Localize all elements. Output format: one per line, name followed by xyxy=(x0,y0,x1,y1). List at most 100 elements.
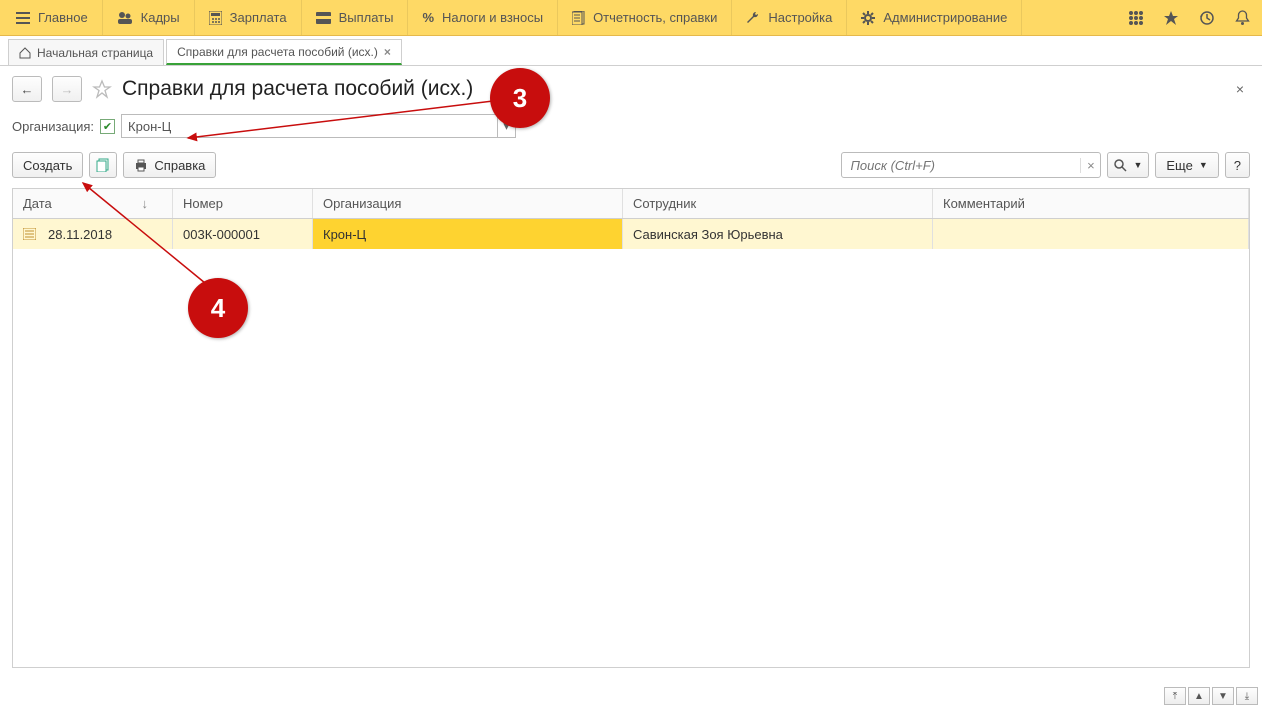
menu-item-reports[interactable]: Отчетность, справки xyxy=(558,0,732,35)
col-label: Сотрудник xyxy=(633,196,696,211)
caret-down-icon: ▼ xyxy=(1218,691,1228,702)
scroll-up-button[interactable]: ▲ xyxy=(1188,687,1210,705)
arrow-left-icon: ← xyxy=(21,82,34,97)
page-content: ← → Справки для расчета пособий (исх.) ×… xyxy=(0,66,1262,668)
sort-asc-icon: ↓ xyxy=(142,196,149,211)
cell-number: 003К-000001 xyxy=(183,227,260,242)
wallet-icon xyxy=(316,12,331,24)
table-row[interactable]: 28.11.2018 003К-000001 Крон-Ц Савинская … xyxy=(13,219,1249,249)
menu-label: Настройка xyxy=(768,10,832,25)
search-input[interactable] xyxy=(842,158,1080,173)
menu-label: Отчетность, справки xyxy=(593,10,717,25)
scroll-bottom-button[interactable]: ⤓ xyxy=(1236,687,1258,705)
tab-label: Справки для расчета пособий (исх.) xyxy=(177,45,378,59)
doc-icon xyxy=(572,11,585,25)
cell-employee: Савинская Зоя Юрьевна xyxy=(633,227,783,242)
caret-up-icon: ▲ xyxy=(1194,691,1204,702)
col-label: Номер xyxy=(183,196,223,211)
star-icon xyxy=(1163,10,1179,26)
menu-item-admin[interactable]: Администрирование xyxy=(847,0,1022,35)
search-icon xyxy=(1114,159,1127,172)
tab-home[interactable]: Начальная страница xyxy=(8,39,164,65)
org-filter-checkbox[interactable]: ✔ xyxy=(100,119,115,134)
bar-down-icon: ⤓ xyxy=(1245,691,1249,702)
menu-label: Налоги и взносы xyxy=(442,10,543,25)
find-button[interactable]: ▼ xyxy=(1107,152,1149,178)
scroll-down-button[interactable]: ▼ xyxy=(1212,687,1234,705)
col-employee[interactable]: Сотрудник xyxy=(623,189,933,218)
history-button[interactable] xyxy=(1189,0,1225,36)
wrench-icon xyxy=(746,11,760,25)
table-header: Дата ↓ Номер Организация Сотрудник Комме… xyxy=(13,189,1249,219)
print-button[interactable]: Справка xyxy=(123,152,216,178)
annotation-marker-4: 4 xyxy=(188,278,248,338)
burger-icon xyxy=(16,11,30,25)
chevron-down-icon: ▼ xyxy=(1199,160,1208,170)
forward-button[interactable]: → xyxy=(52,76,82,102)
menu-label: Кадры xyxy=(141,10,180,25)
org-filter-label: Организация: xyxy=(12,119,94,134)
menu-item-payouts[interactable]: Выплаты xyxy=(302,0,409,35)
col-label: Организация xyxy=(323,196,401,211)
notifications-button[interactable] xyxy=(1225,0,1260,36)
menu-label: Главное xyxy=(38,10,88,25)
menu-item-settings[interactable]: Настройка xyxy=(732,0,847,35)
menu-item-salary[interactable]: Зарплата xyxy=(195,0,302,35)
history-icon xyxy=(1199,10,1215,26)
percent-icon: % xyxy=(422,10,434,25)
search-box[interactable]: × xyxy=(841,152,1101,178)
close-icon[interactable]: × xyxy=(384,45,391,59)
page-title: Справки для расчета пособий (исх.) xyxy=(122,77,473,101)
clear-search-button[interactable]: × xyxy=(1080,158,1100,173)
calc-icon xyxy=(209,11,222,25)
annotation-label: 3 xyxy=(513,83,527,114)
menu-label: Выплаты xyxy=(339,10,394,25)
home-icon xyxy=(19,47,31,59)
scroll-top-button[interactable]: ⤒ xyxy=(1164,687,1186,705)
people-icon xyxy=(117,11,133,25)
documents-table: Дата ↓ Номер Организация Сотрудник Комме… xyxy=(12,188,1250,668)
tab-label: Начальная страница xyxy=(37,46,153,60)
copy-icon xyxy=(96,158,110,172)
menu-label: Администрирование xyxy=(883,10,1007,25)
main-menu: Главное Кадры Зарплата Выплаты % Налоги … xyxy=(0,0,1262,36)
copy-button[interactable] xyxy=(89,152,117,178)
tab-certificates[interactable]: Справки для расчета пособий (исх.) × xyxy=(166,39,402,65)
back-button[interactable]: ← xyxy=(12,76,42,102)
menu-label: Зарплата xyxy=(230,10,287,25)
favorites-button[interactable] xyxy=(1153,0,1189,36)
col-label: Дата xyxy=(23,196,52,211)
org-filter-input[interactable]: Крон-Ц ▾ xyxy=(121,114,516,138)
annotation-label: 4 xyxy=(211,293,225,324)
org-filter-value: Крон-Ц xyxy=(122,119,497,134)
grid-icon xyxy=(1129,11,1143,25)
menu-item-staff[interactable]: Кадры xyxy=(103,0,195,35)
help-button[interactable]: ? xyxy=(1225,152,1250,178)
printer-icon xyxy=(134,158,148,172)
col-org[interactable]: Организация xyxy=(313,189,623,218)
print-label: Справка xyxy=(154,158,205,173)
cell-org: Крон-Ц xyxy=(323,227,366,242)
help-label: ? xyxy=(1234,158,1241,173)
menu-item-main[interactable]: Главное xyxy=(2,0,103,35)
create-label: Создать xyxy=(23,158,72,173)
bar-up-icon: ⤒ xyxy=(1173,691,1177,702)
create-button[interactable]: Создать xyxy=(12,152,83,178)
apps-button[interactable] xyxy=(1119,0,1153,36)
close-form-button[interactable]: × xyxy=(1230,79,1250,99)
col-number[interactable]: Номер xyxy=(173,189,313,218)
menu-item-taxes[interactable]: % Налоги и взносы xyxy=(408,0,558,35)
arrow-right-icon: → xyxy=(61,82,74,97)
grid-scroll-buttons: ⤒ ▲ ▼ ⤓ xyxy=(1164,687,1258,705)
bell-icon xyxy=(1235,10,1250,26)
cell-date: 28.11.2018 xyxy=(48,227,112,242)
col-date[interactable]: Дата ↓ xyxy=(13,189,173,218)
more-label: Еще xyxy=(1166,158,1192,173)
star-outline-icon[interactable] xyxy=(92,79,112,99)
col-label: Комментарий xyxy=(943,196,1025,211)
more-button[interactable]: Еще ▼ xyxy=(1155,152,1218,178)
col-comment[interactable]: Комментарий xyxy=(933,189,1249,218)
chevron-down-icon: ▼ xyxy=(1133,160,1142,170)
gear-icon xyxy=(861,11,875,25)
document-icon xyxy=(23,228,36,240)
